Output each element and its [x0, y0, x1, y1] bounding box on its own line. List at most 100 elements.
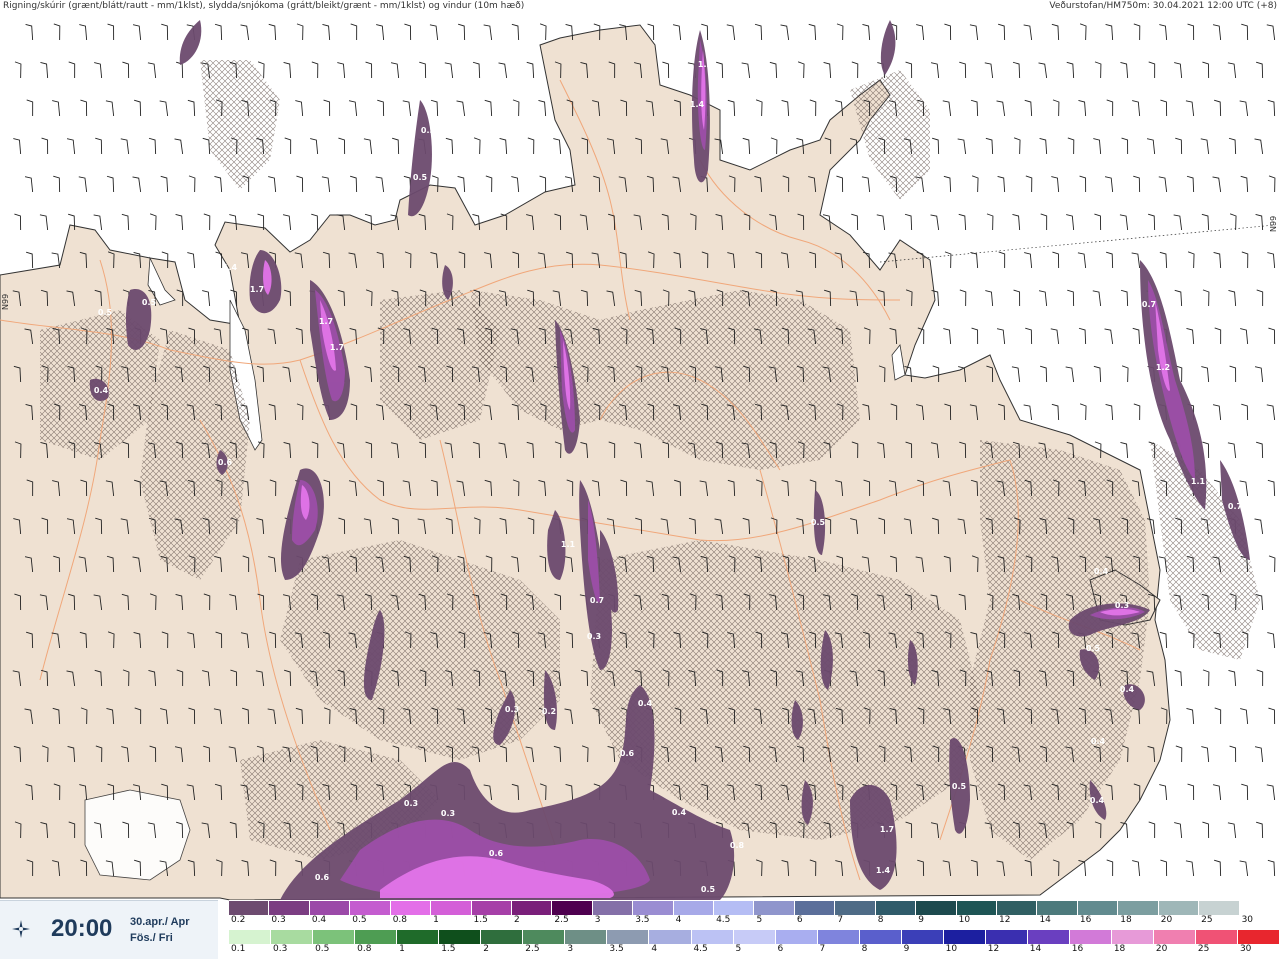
legend-label: 2.5 — [554, 915, 569, 925]
precip-value-label: 0.5 — [1086, 644, 1101, 653]
legend-label: 6 — [796, 915, 803, 925]
wind-barb — [1025, 175, 1033, 193]
wind-barb — [754, 23, 763, 41]
wind-barb — [295, 100, 304, 117]
wind-barb — [1254, 366, 1264, 383]
wind-barb — [1256, 289, 1264, 307]
wind-barb — [175, 213, 184, 231]
met-office-logo-icon — [12, 920, 30, 938]
wind-barb — [1256, 821, 1264, 839]
legend-swatch — [271, 930, 314, 944]
legend-swatch — [481, 930, 524, 944]
wind-barb — [1159, 24, 1168, 41]
lat-label-left: N99 — [1, 294, 10, 310]
precip-value-label: 0.6 — [315, 873, 330, 882]
precip-value-label: 0.4 — [672, 808, 687, 817]
wind-barb — [390, 62, 400, 79]
wind-barb — [95, 137, 103, 155]
wind-barb — [916, 24, 925, 41]
wind-barb — [392, 137, 400, 155]
wind-barb — [296, 23, 304, 41]
wind-barb — [1160, 99, 1168, 117]
wind-barb — [429, 24, 439, 41]
wind-barb — [1132, 860, 1141, 877]
legend-label: 14 — [1029, 944, 1042, 954]
wind-barb — [1040, 365, 1048, 383]
wind-barb — [1240, 708, 1249, 725]
legend-label: 4.5 — [693, 944, 708, 954]
precip-value-label: 0.4 — [638, 699, 653, 708]
wind-barb — [1212, 784, 1222, 801]
legend-label: 20 — [1155, 944, 1168, 954]
legend-label: 4 — [651, 944, 658, 954]
wind-barb — [944, 251, 952, 269]
wind-barb — [998, 251, 1006, 269]
precip-value-label: 1.1 — [561, 540, 576, 549]
legend-swatch — [1239, 901, 1280, 915]
wind-barb — [1133, 23, 1141, 41]
wind-barb — [106, 175, 115, 193]
wind-barb — [1011, 366, 1021, 383]
wind-barb — [1160, 859, 1168, 877]
wind-barb — [134, 99, 142, 117]
wind-barb — [985, 137, 994, 155]
legend-swatch — [714, 901, 755, 915]
wind-barb — [1078, 327, 1087, 345]
wind-barb — [430, 99, 439, 117]
legend-label: 0.3 — [271, 915, 286, 925]
legend-label: 1 — [433, 915, 439, 925]
wind-barb — [1079, 175, 1087, 193]
wind-barb — [284, 137, 292, 155]
legend-label: 9 — [918, 915, 924, 925]
legend-label: 20 — [1160, 915, 1173, 925]
wind-barb — [1119, 214, 1129, 231]
wind-barb — [1158, 176, 1168, 193]
wind-barb — [26, 251, 34, 269]
forecast-weekday: Fös./ Fri — [130, 932, 173, 944]
wind-barb — [1174, 62, 1183, 79]
wind-barb — [1228, 137, 1237, 155]
wind-barb — [1267, 859, 1276, 877]
legend-label: 2 — [483, 944, 489, 954]
wind-barb — [14, 213, 22, 231]
precip-value-label: 0.6 — [489, 849, 504, 858]
legend-label: 6 — [777, 944, 784, 954]
wind-barb — [348, 100, 358, 117]
wind-barb — [1267, 479, 1276, 497]
wind-barb — [553, 138, 562, 155]
wind-barb — [121, 213, 130, 231]
legend-label: 14 — [1039, 915, 1051, 925]
precip-value-label: 0.6 — [218, 458, 233, 467]
wind-barb — [1093, 138, 1102, 155]
wind-barb — [445, 137, 454, 155]
precip-value-label: 0.7 — [1228, 502, 1242, 511]
wind-barb — [1133, 175, 1141, 193]
wind-barb — [1067, 137, 1075, 155]
color-legend: 0.2 0.3 0.4 0.5 0.8 1 1.5 2 2.5 3 3.5 4 4.5 5 6 7 8 9 10 12… — [229, 900, 1280, 958]
legend-label: 10 — [958, 915, 971, 925]
wind-barb — [942, 100, 952, 117]
wind-barb — [1159, 784, 1168, 801]
legend-swatch — [607, 930, 650, 944]
wind-barb — [1187, 783, 1195, 801]
wind-barb — [1256, 669, 1264, 687]
legend-swatch — [565, 930, 608, 944]
legend-label: 0.3 — [273, 944, 288, 954]
legend-label: 18 — [1120, 915, 1132, 925]
wind-barb — [1025, 327, 1033, 345]
wind-barb — [1256, 61, 1264, 79]
wind-barb — [1213, 251, 1222, 269]
wind-barb — [511, 23, 520, 41]
wind-barb — [1214, 707, 1222, 725]
wind-barb — [808, 23, 817, 41]
wind-barb — [836, 175, 844, 193]
wind-barb — [402, 100, 412, 117]
legend-label: 4.5 — [716, 915, 731, 925]
wind-barb — [1202, 669, 1210, 687]
wind-barb — [1174, 669, 1183, 687]
precip-value-label: 0.3 — [404, 799, 418, 808]
legend-swatch — [733, 930, 776, 944]
wind-barb — [876, 214, 886, 231]
wind-barb — [174, 138, 184, 155]
legend-swatch — [471, 901, 512, 915]
